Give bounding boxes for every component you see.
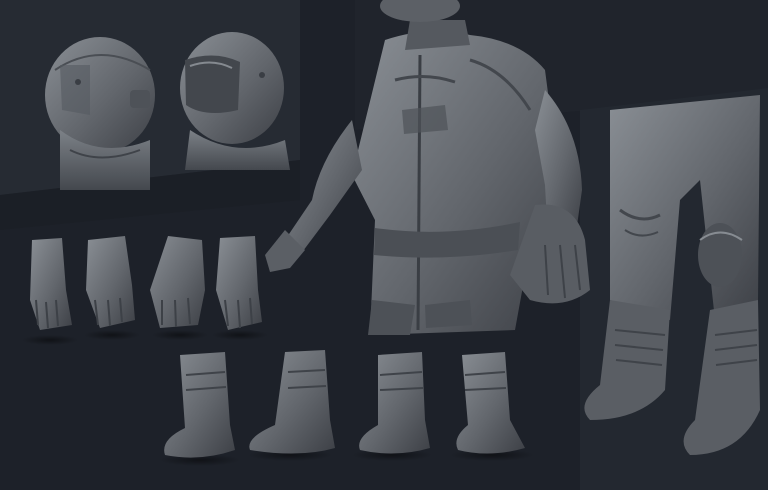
sculpt-sheet: [0, 0, 768, 490]
glove-3: [150, 236, 205, 328]
boot-3: [359, 352, 430, 454]
boots-row: [160, 350, 534, 466]
render-stage: [0, 0, 768, 490]
gloves-row: [22, 236, 268, 345]
boot-2: [249, 350, 335, 454]
helmet-rear-view: [45, 37, 155, 190]
boot-1: [164, 352, 235, 458]
glove-2: [86, 236, 135, 328]
boot-4: [456, 352, 525, 454]
